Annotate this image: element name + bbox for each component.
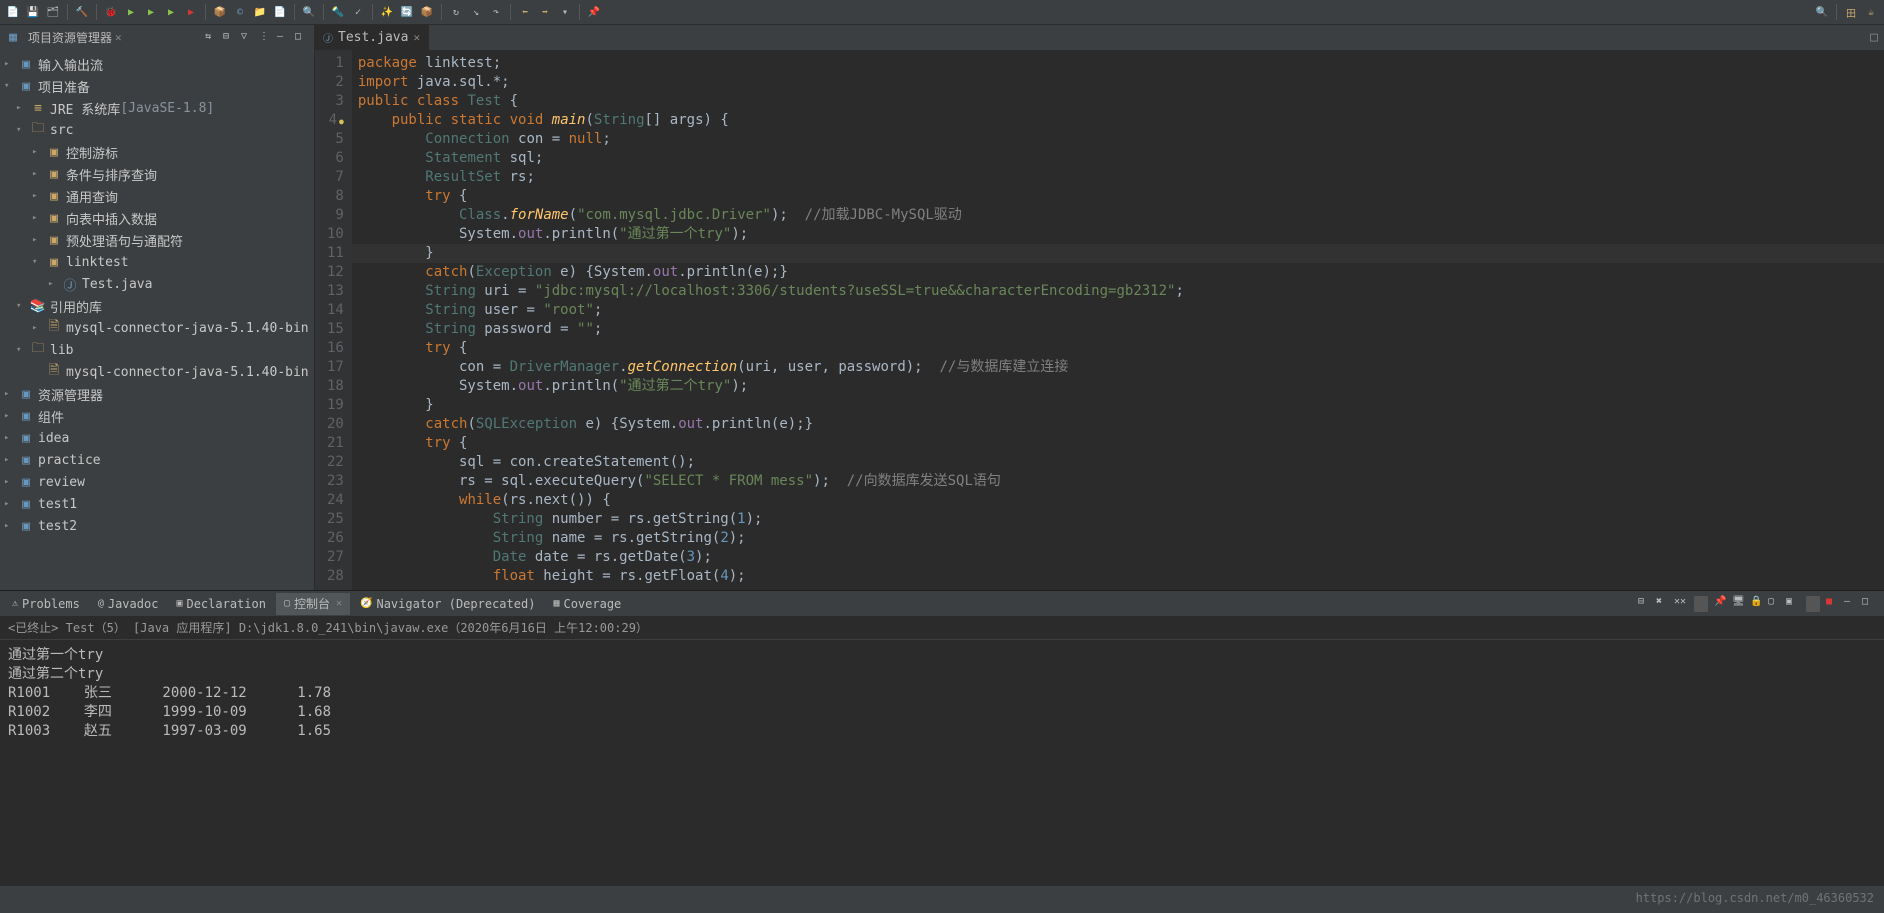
minimize-icon[interactable]: — <box>277 31 291 45</box>
tree-item[interactable]: ▸≡JRE 系统库 [JavaSE-1.8] <box>0 97 314 119</box>
pkg-icon[interactable]: 📦 <box>419 4 435 20</box>
tab-label: Test.java <box>338 30 408 45</box>
debug-icon[interactable]: 🐞 <box>103 4 119 20</box>
bottom-tab[interactable]: @Javadoc <box>90 593 167 615</box>
code-content[interactable]: package linktest;import java.sql.*;publi… <box>352 50 1884 590</box>
terminate-icon[interactable]: ■ <box>1826 596 1840 612</box>
new-class-icon[interactable]: © <box>232 4 248 20</box>
console-output[interactable]: 通过第一个try通过第二个tryR1001 张三 2000-12-12 1.78… <box>0 640 1884 743</box>
bottom-tab[interactable]: ▢控制台✕ <box>276 593 350 615</box>
tree-item[interactable]: ▸▣输入输出流 <box>0 53 314 75</box>
collapse-icon[interactable]: ⊟ <box>223 31 237 45</box>
tree-item[interactable]: ▸🗎mysql-connector-java-5.1.40-bin <box>0 317 314 339</box>
tree-item[interactable]: ▸▣review <box>0 471 314 493</box>
java-file-icon: Ⓙ <box>323 30 333 45</box>
tree-item[interactable]: ▾🗀lib <box>0 339 314 361</box>
maximize-bottom-icon[interactable]: □ <box>1862 596 1876 612</box>
explorer-icon: ▦ <box>5 31 21 45</box>
maximize-icon[interactable]: □ <box>295 31 309 45</box>
close-tab-icon[interactable]: ✕ <box>413 31 420 44</box>
run-last-icon[interactable]: ▶ <box>143 4 159 20</box>
open-console-icon[interactable]: ▣ <box>1786 596 1800 612</box>
pin-console-icon[interactable]: 📌 <box>1714 596 1728 612</box>
remove-launch-icon[interactable]: ⊟ <box>1638 596 1652 612</box>
java-perspective-icon[interactable]: ☕ <box>1863 4 1879 20</box>
tree-item[interactable]: ▸▣资源管理器 <box>0 383 314 405</box>
tree-item[interactable]: ▸▣test2 <box>0 515 314 537</box>
clear-icon[interactable]: ✕✕ <box>1674 596 1688 612</box>
new-icon[interactable]: 📄 <box>5 4 21 20</box>
bottom-panel: ⚠Problems@Javadoc▣Declaration▢控制台✕🧭Navig… <box>0 590 1884 885</box>
tree-item[interactable]: 🗎mysql-connector-java-5.1.40-bin <box>0 361 314 383</box>
open-type-icon[interactable]: 🔍 <box>301 4 317 20</box>
project-explorer: ▦ 项目资源管理器 ✕ ⇆ ⊟ ▽ ⋮ — □ ▸▣输入输出流▾▣项目准备▸≡J… <box>0 25 315 590</box>
new-package-icon[interactable]: 📦 <box>212 4 228 20</box>
tree-item[interactable]: ▾▣项目准备 <box>0 75 314 97</box>
new-file-icon[interactable]: 📄 <box>272 4 288 20</box>
step-icon[interactable]: ↘ <box>468 4 484 20</box>
editor-area: Ⓙ Test.java ✕ □ 123456789101112131415161… <box>315 25 1884 590</box>
refresh-icon[interactable]: ↻ <box>448 4 464 20</box>
tree-item[interactable]: ▸ⒿTest.java <box>0 273 314 295</box>
tree-item[interactable]: ▸▣预处理语句与通配符 <box>0 229 314 251</box>
editor-tab-bar: Ⓙ Test.java ✕ □ <box>315 25 1884 50</box>
wand-icon[interactable]: ✨ <box>379 4 395 20</box>
filter-icon[interactable]: ▽ <box>241 31 255 45</box>
perspective-icon[interactable]: 田 <box>1843 4 1859 20</box>
back-icon[interactable]: ⬅ <box>517 4 533 20</box>
launch-description: <已终止> Test（5） [Java 应用程序] D:\jdk1.8.0_24… <box>0 616 1884 640</box>
watermark: https://blog.csdn.net/m0_46360532 <box>1636 891 1874 905</box>
sidebar-title: 项目资源管理器 <box>28 29 112 46</box>
tree-item[interactable]: ▸▣向表中插入数据 <box>0 207 314 229</box>
tree-item[interactable]: ▸▣条件与排序查询 <box>0 163 314 185</box>
tree-item[interactable]: ▸▣test1 <box>0 493 314 515</box>
tree-item[interactable]: ▸▣practice <box>0 449 314 471</box>
step-over-icon[interactable]: ↷ <box>488 4 504 20</box>
drop-icon[interactable]: ▾ <box>557 4 573 20</box>
display-icon[interactable]: 🖥 <box>1732 596 1746 612</box>
build-icon[interactable]: 🔨 <box>74 4 90 20</box>
bottom-tab[interactable]: ▣Declaration <box>168 593 274 615</box>
scroll-lock-icon[interactable]: 🔒 <box>1750 596 1764 612</box>
coverage-icon[interactable]: ▶ <box>163 4 179 20</box>
status-bar <box>0 885 1884 913</box>
project-tree[interactable]: ▸▣输入输出流▾▣项目准备▸≡JRE 系统库 [JavaSE-1.8]▾🗀src… <box>0 50 314 540</box>
tree-item[interactable]: ▾🗀src <box>0 119 314 141</box>
tree-item[interactable]: ▾▣linktest <box>0 251 314 273</box>
remove-all-icon[interactable]: ✖ <box>1656 596 1670 612</box>
bottom-tab[interactable]: ⚠Problems <box>4 593 88 615</box>
maximize-editor-icon[interactable]: □ <box>1870 30 1878 45</box>
pin-icon[interactable]: 📌 <box>586 4 602 20</box>
sidebar-header: ▦ 项目资源管理器 ✕ ⇆ ⊟ ▽ ⋮ — □ <box>0 25 314 50</box>
bottom-tab[interactable]: 🧭Navigator (Deprecated) <box>352 593 543 615</box>
run-icon[interactable]: ▶ <box>123 4 139 20</box>
tree-item[interactable]: ▸▣通用查询 <box>0 185 314 207</box>
editor-body[interactable]: 1234567891011121314151617181920212223242… <box>315 50 1884 590</box>
tree-item[interactable]: ▸▣控制游标 <box>0 141 314 163</box>
sync-icon[interactable]: 🔄 <box>399 4 415 20</box>
task-icon[interactable]: ✓ <box>350 4 366 20</box>
line-gutter[interactable]: 1234567891011121314151617181920212223242… <box>315 50 352 590</box>
new-folder-icon[interactable]: 📁 <box>252 4 268 20</box>
search-icon[interactable]: 🔦 <box>330 4 346 20</box>
view-menu-icon[interactable]: ⋮ <box>259 31 273 45</box>
minimize-bottom-icon[interactable]: — <box>1844 596 1858 612</box>
bottom-tab[interactable]: ▦Coverage <box>545 593 629 615</box>
bottom-tab-bar: ⚠Problems@Javadoc▣Declaration▢控制台✕🧭Navig… <box>0 591 1884 616</box>
close-icon[interactable]: ✕ <box>115 31 122 44</box>
forward-icon[interactable]: ➡ <box>537 4 553 20</box>
main-toolbar: 📄 💾 🗂 🔨 🐞 ▶ ▶ ▶ ▶ 📦 © 📁 📄 🔍 🔦 ✓ ✨ 🔄 📦 ↻ … <box>0 0 1884 25</box>
save-icon[interactable]: 💾 <box>25 4 41 20</box>
show-console-icon[interactable]: ▢ <box>1768 596 1782 612</box>
ext-tools-icon[interactable]: ▶ <box>183 4 199 20</box>
tree-item[interactable]: ▾📚引用的库 <box>0 295 314 317</box>
tree-item[interactable]: ▸▣组件 <box>0 405 314 427</box>
save-all-icon[interactable]: 🗂 <box>45 4 61 20</box>
link-icon[interactable]: ⇆ <box>205 31 219 45</box>
editor-tab-test-java[interactable]: Ⓙ Test.java ✕ <box>315 25 429 50</box>
tree-item[interactable]: ▸▣idea <box>0 427 314 449</box>
search-toolbar-icon[interactable]: 🔍 <box>1814 4 1830 20</box>
